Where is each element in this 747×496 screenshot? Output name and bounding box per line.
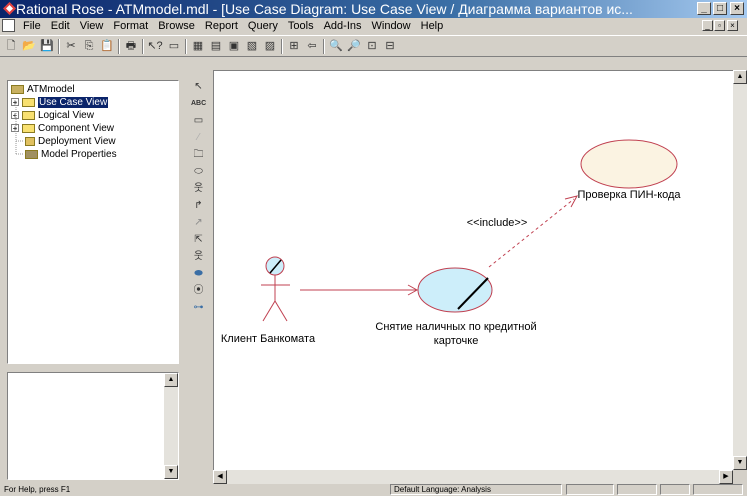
- browse-state-diagram-icon[interactable]: ▧: [244, 39, 260, 54]
- status-help-text: For Help, press F1: [4, 485, 71, 494]
- diagram-toolbox: ↖ ABC ▭ ⁄ 🗀 ⬭ 웃 ↱ ↗ ⇱ 웃 ⬬ ⦿ ⊶: [187, 79, 209, 331]
- anchor-note-tool-icon[interactable]: ⁄: [191, 130, 206, 145]
- tree-item-deployment-view[interactable]: Deployment View: [25, 135, 116, 148]
- dependency-tool-icon[interactable]: ↗: [191, 215, 206, 230]
- toolbar-separator: [58, 39, 60, 54]
- status-panel: [660, 484, 690, 495]
- browse-parent-icon[interactable]: ⊞: [286, 39, 302, 54]
- scroll-down-button[interactable]: ▼: [164, 465, 178, 479]
- status-default-language: Default Language: Analysis: [390, 484, 562, 495]
- menu-window[interactable]: Window: [367, 18, 416, 35]
- unidirectional-association-tool-icon[interactable]: ↱: [191, 198, 206, 213]
- note-tool-icon[interactable]: ▭: [191, 113, 206, 128]
- use-case-cash-withdrawal[interactable]: [417, 267, 493, 313]
- menu-file[interactable]: File: [18, 18, 46, 35]
- diagram-vertical-scrollbar[interactable]: ▲ ▼: [733, 70, 747, 470]
- menu-bar: File Edit View Format Browse Report Quer…: [0, 18, 747, 35]
- scroll-up-button[interactable]: ▲: [164, 373, 178, 387]
- use-case-tool-icon[interactable]: ⬭: [191, 164, 206, 179]
- use-case-diagram: Проверка ПИН-кода <<include>> Снятие нал…: [221, 139, 681, 347]
- package-tool-icon[interactable]: 🗀: [191, 147, 206, 162]
- copy-icon[interactable]: ⎘: [81, 39, 97, 54]
- tree-lines: [15, 101, 24, 155]
- diagram-scroll-left-button[interactable]: ◀: [213, 470, 227, 484]
- model-browser[interactable]: ATMmodel + Use Case View + Logical View + C…: [7, 80, 179, 364]
- toolbar-separator: [323, 39, 325, 54]
- menu-addins[interactable]: Add-Ins: [319, 18, 367, 35]
- context-help-icon[interactable]: ↖?: [147, 39, 163, 54]
- generalization-tool-icon[interactable]: ⇱: [191, 232, 206, 247]
- print-icon[interactable]: 🖶: [123, 39, 139, 54]
- text-tool-icon[interactable]: ABC: [191, 96, 206, 111]
- menu-edit[interactable]: Edit: [46, 18, 75, 35]
- new-icon[interactable]: 🗋: [3, 39, 19, 54]
- tree-item-model-properties[interactable]: Model Properties: [25, 148, 117, 161]
- business-actor-tool-icon[interactable]: 웃: [191, 249, 206, 264]
- close-button[interactable]: ×: [730, 2, 744, 15]
- minimize-button[interactable]: _: [697, 2, 711, 15]
- menu-browse[interactable]: Browse: [153, 18, 200, 35]
- use-case-cash-withdrawal-label-line1: Снятие наличных по кредитной: [375, 321, 536, 333]
- diagram-scroll-up-button[interactable]: ▲: [733, 70, 747, 84]
- status-panel: [566, 484, 614, 495]
- menu-help[interactable]: Help: [416, 18, 449, 35]
- include-stereotype-label: <<include>>: [467, 217, 528, 229]
- mdi-minimize-button[interactable]: _: [702, 20, 713, 31]
- rose-app-icon: [3, 2, 16, 15]
- documentation-scrollbar[interactable]: ▲ ▼: [164, 373, 178, 479]
- status-panel: [617, 484, 657, 495]
- zoom-in-icon[interactable]: 🔍: [328, 39, 344, 54]
- documentation-pane[interactable]: ▲ ▼: [7, 372, 179, 480]
- actor-tool-icon[interactable]: 웃: [191, 181, 206, 196]
- menu-format[interactable]: Format: [108, 18, 153, 35]
- paste-icon[interactable]: 📋: [99, 39, 115, 54]
- actor-atm-client-label: Клиент Банкомата: [221, 333, 316, 345]
- use-case-pin-check[interactable]: [580, 139, 678, 189]
- maximize-button[interactable]: □: [713, 2, 727, 15]
- toolbar-separator: [142, 39, 144, 54]
- toolbar-separator: [281, 39, 283, 54]
- menu-report[interactable]: Report: [200, 18, 243, 35]
- browse-component-diagram-icon[interactable]: ▣: [226, 39, 242, 54]
- business-worker-tool-icon[interactable]: ⦿: [191, 283, 206, 298]
- browse-interaction-diagram-icon[interactable]: ▤: [208, 39, 224, 54]
- diagram-horizontal-scrollbar[interactable]: ◀ ▶: [213, 470, 733, 484]
- window-title: Rational Rose - ATMmodel.mdl - [Use Case…: [16, 1, 633, 17]
- toolbar-separator: [118, 39, 120, 54]
- selection-tool-icon[interactable]: ↖: [191, 79, 206, 94]
- diagram-canvas[interactable]: Проверка ПИН-кода <<include>> Снятие нал…: [213, 70, 733, 470]
- menu-view[interactable]: View: [75, 18, 109, 35]
- save-icon[interactable]: 💾: [39, 39, 55, 54]
- menu-tools[interactable]: Tools: [283, 18, 319, 35]
- zoom-out-icon[interactable]: 🔎: [346, 39, 362, 54]
- status-panel: [693, 484, 743, 495]
- fit-in-window-icon[interactable]: ⊡: [364, 39, 380, 54]
- actor-atm-client[interactable]: [261, 256, 290, 322]
- menu-query[interactable]: Query: [243, 18, 283, 35]
- model-icon: [11, 84, 24, 94]
- diagram-scroll-down-button[interactable]: ▼: [733, 456, 747, 470]
- cut-icon[interactable]: ✂: [63, 39, 79, 54]
- toolbar: 🗋 📂 💾 ✂ ⎘ 📋 🖶 ↖? ▭ ▦ ▤ ▣ ▧ ▨ ⊞ ⇦ 🔍 🔎 ⊡ ⊟: [0, 35, 747, 57]
- browse-previous-icon[interactable]: ⇦: [304, 39, 320, 54]
- toolbar-separator: [185, 39, 187, 54]
- business-use-case-tool-icon[interactable]: ⬬: [191, 266, 206, 281]
- undo-fit-icon[interactable]: ⊟: [382, 39, 398, 54]
- include-dependency-line[interactable]: [488, 198, 575, 268]
- open-icon[interactable]: 📂: [21, 39, 37, 54]
- browse-deployment-diagram-icon[interactable]: ▨: [262, 39, 278, 54]
- use-case-pin-check-label: Проверка ПИН-кода: [577, 189, 681, 201]
- diagram-scroll-right-button[interactable]: ▶: [719, 470, 733, 484]
- title-bar: Rational Rose - ATMmodel.mdl - [Use Case…: [0, 0, 747, 18]
- use-case-cash-withdrawal-label-line2: карточке: [434, 335, 479, 347]
- tree-root[interactable]: ATMmodel: [11, 83, 75, 96]
- view-browser-icon[interactable]: ▭: [166, 39, 182, 54]
- mdi-close-button[interactable]: ×: [727, 20, 738, 31]
- document-icon[interactable]: [2, 19, 15, 32]
- business-entity-tool-icon[interactable]: ⊶: [191, 300, 206, 315]
- browse-class-diagram-icon[interactable]: ▦: [190, 39, 206, 54]
- mdi-restore-button[interactable]: ▫: [714, 20, 725, 31]
- status-bar: For Help, press F1 Default Language: Ana…: [0, 484, 747, 496]
